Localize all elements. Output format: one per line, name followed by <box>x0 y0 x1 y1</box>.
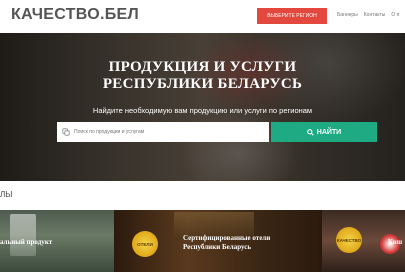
section-title: ЛЫ <box>0 190 13 199</box>
hotels-badge-icon: ОТЕЛИ <box>132 231 158 257</box>
hero-subtitle: Найдите необходимую вам продукцию или ус… <box>92 106 313 115</box>
card-title: Кош <box>388 238 403 246</box>
site-logo[interactable]: КАЧЕСТВО.БЕЛ <box>11 6 139 24</box>
nav-link-banners[interactable]: Баннеры <box>337 12 358 18</box>
category-cards: альный продукт ОТЕЛИ Сертифицированные о… <box>0 210 405 272</box>
search-button-label: НАЙТИ <box>316 128 342 136</box>
search-input[interactable] <box>74 122 264 142</box>
search-button[interactable]: НАЙТИ <box>271 122 377 142</box>
nav-link-about[interactable]: О п <box>391 12 399 18</box>
category-card-quality[interactable]: КАЧЕСТВО Кош <box>322 210 405 272</box>
card-title-line2: Республики Беларусь <box>183 243 252 251</box>
hero-title-line2: РЕСПУБЛИКИ БЕЛАРУСЬ <box>102 76 303 92</box>
quality-badge-label: КАЧЕСТВО <box>336 237 362 243</box>
search-box <box>57 122 269 142</box>
search-icon <box>306 128 314 136</box>
quality-badge-icon: КАЧЕСТВО <box>336 227 362 253</box>
tag-icon <box>62 128 70 136</box>
card-title: альный продукт <box>0 238 53 246</box>
category-card-product[interactable]: альный продукт <box>0 210 114 272</box>
hero-title-line1: ПРОДУКЦИЯ И УСЛУГИ <box>108 59 297 75</box>
nav-link-contacts[interactable]: Контакты <box>364 12 386 18</box>
hero-banner: ПРОДУКЦИЯ И УСЛУГИ РЕСПУБЛИКИ БЕЛАРУСЬ Н… <box>0 33 405 181</box>
hotels-badge-label: ОТЕЛИ <box>137 241 153 247</box>
card-title-line1: Сертифицированные отели <box>183 234 271 242</box>
top-nav: Баннеры Контакты О п <box>337 12 399 18</box>
glass-image <box>10 214 36 256</box>
site-header: КАЧЕСТВО.БЕЛ ВЫБЕРИТЕ РЕГИОН Баннеры Кон… <box>0 0 405 33</box>
category-card-hotels[interactable]: ОТЕЛИ Сертифицированные отели Республики… <box>114 210 322 272</box>
select-region-button[interactable]: ВЫБЕРИТЕ РЕГИОН <box>257 8 327 24</box>
